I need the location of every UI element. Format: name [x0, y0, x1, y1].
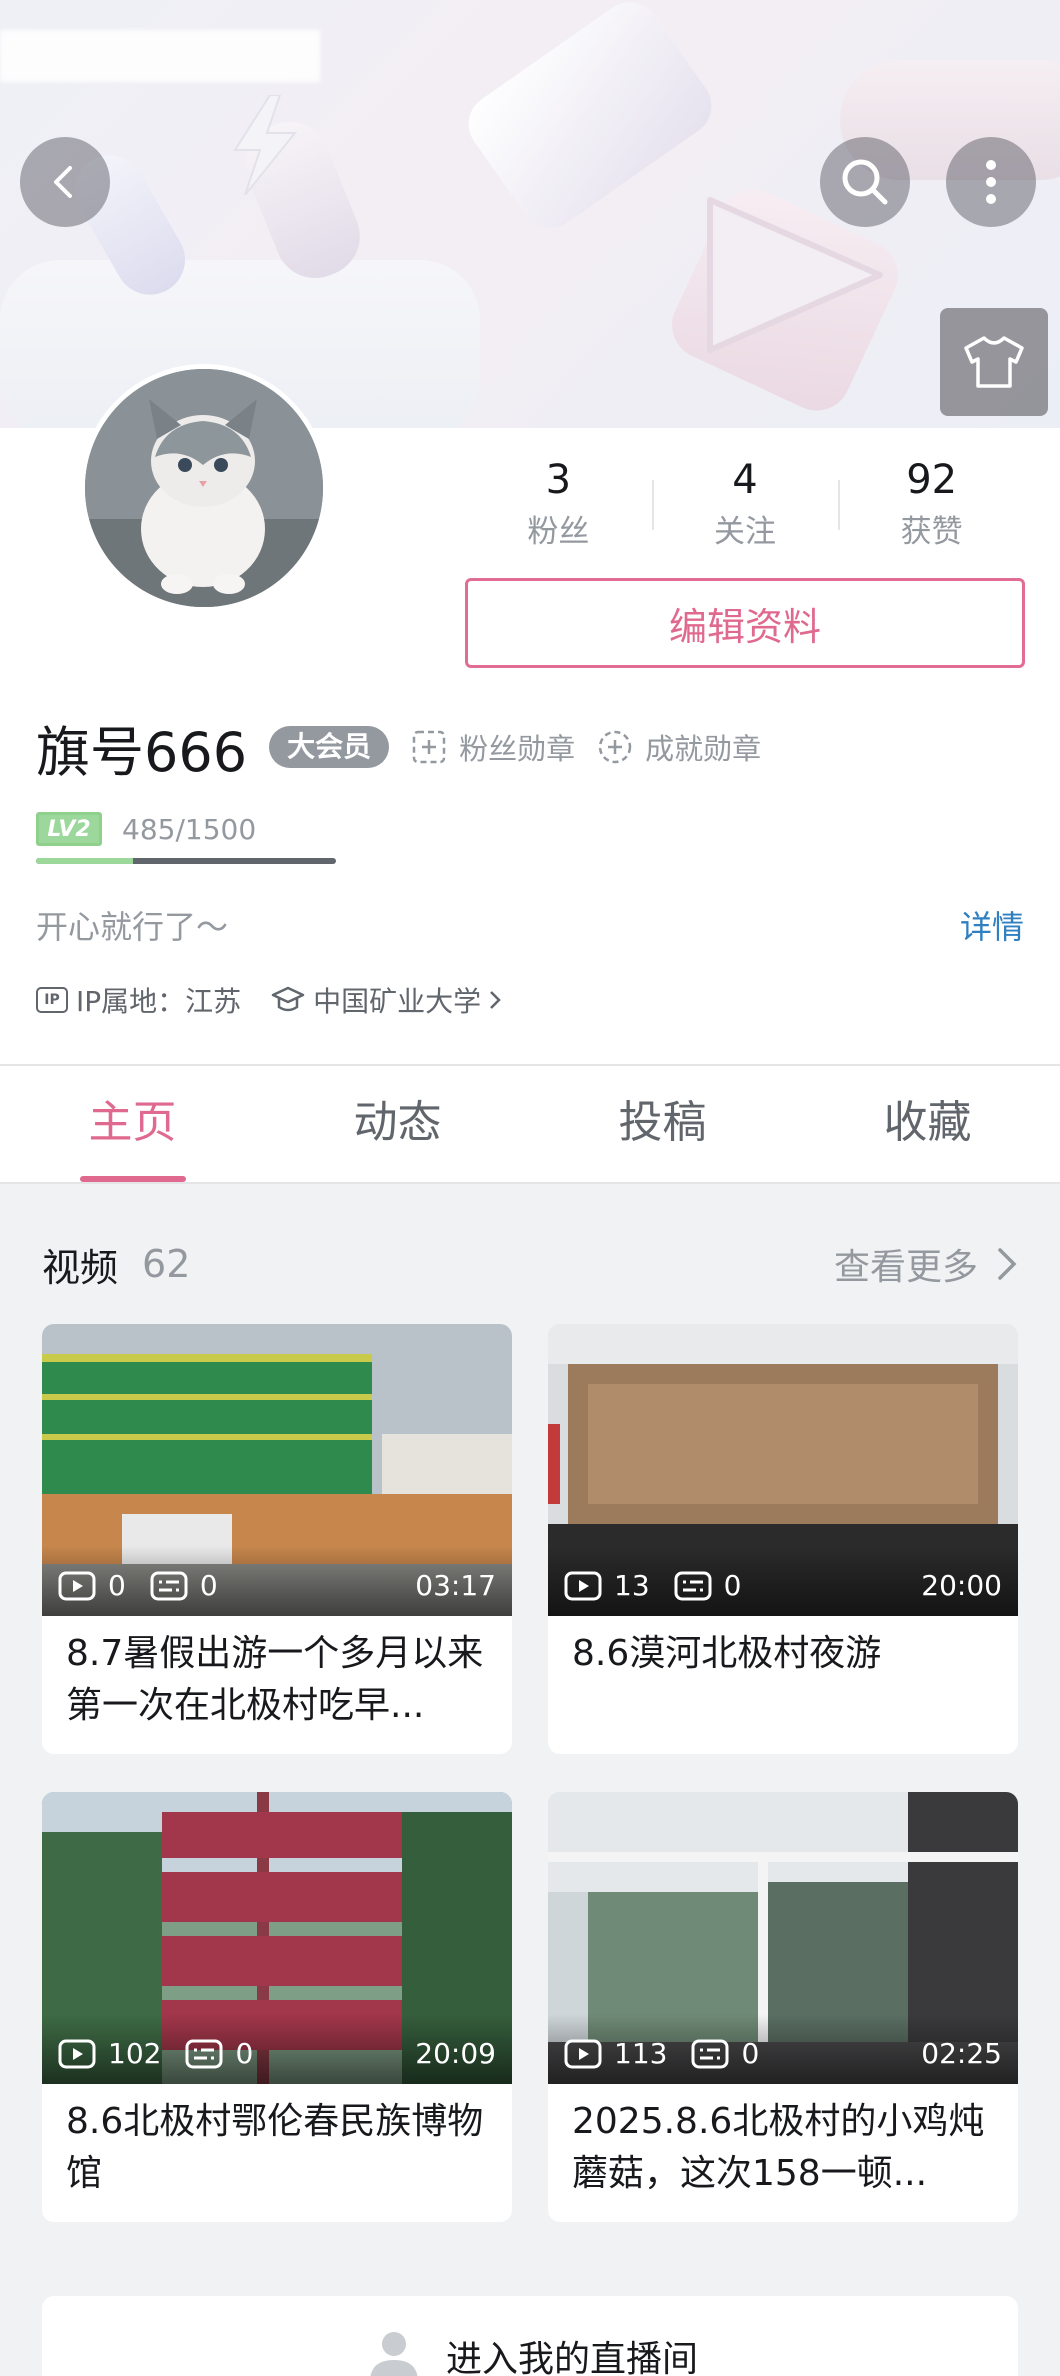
- danmaku-count: 0: [235, 2037, 254, 2070]
- videos-section-header: 视频 62 查看更多: [42, 1234, 1022, 1294]
- detail-link[interactable]: 详情: [960, 902, 1024, 948]
- search-icon: [842, 159, 888, 205]
- tab-home[interactable]: 主页: [0, 1066, 265, 1182]
- stat-following[interactable]: 4 关注: [651, 450, 839, 560]
- name-row: 旗号666 大会员 粉丝勋章 成就勋章: [36, 712, 761, 784]
- stat-likes[interactable]: 92 获赞: [838, 450, 1025, 560]
- video-card[interactable]: 113 0 02:25 2025.8.6北极村的小鸡炖蘑菇，这次158一顿...: [548, 1792, 1018, 2222]
- chevron-right-icon: [998, 1248, 1017, 1280]
- achievement-label: 成就勋章: [645, 732, 762, 766]
- signature-row: 开心就行了～ 详情: [36, 902, 1024, 948]
- tab-uploads[interactable]: 投稿: [530, 1066, 795, 1182]
- video-meta: 13 0 20:00: [564, 1569, 1002, 1602]
- play-count: 113: [614, 2037, 668, 2070]
- video-title: 8.6漠河北极村夜游: [572, 1633, 882, 1674]
- profile-tabs: 主页 动态 投稿 收藏: [0, 1064, 1060, 1184]
- video-duration: 02:25: [921, 2037, 1002, 2070]
- edit-profile-button[interactable]: 编辑资料: [465, 578, 1025, 668]
- danmaku-count: 0: [741, 2037, 760, 2070]
- level-badge: LV2: [36, 812, 102, 846]
- signature: 开心就行了～: [36, 908, 229, 946]
- back-button[interactable]: [20, 137, 110, 227]
- tab-dynamics[interactable]: 动态: [265, 1066, 530, 1182]
- video-thumbnail: 0 0 03:17: [42, 1324, 512, 1616]
- medal-add-icon: [412, 730, 446, 764]
- more-button[interactable]: [946, 137, 1036, 227]
- more-vertical-icon: [986, 160, 996, 204]
- exp-progress-bar: [36, 858, 336, 864]
- kitten-avatar-image: [85, 369, 323, 607]
- danmaku-count: 0: [199, 1569, 218, 1602]
- play-count: 13: [614, 1569, 650, 1602]
- video-title: 8.6北极村鄂伦春民族博物馆: [66, 2101, 484, 2194]
- danmaku-count-icon: [691, 2039, 729, 2068]
- video-thumbnail: 102 0 20:09: [42, 1792, 512, 2084]
- live-room-entry[interactable]: 进入我的直播间: [42, 2296, 1018, 2376]
- fan-medal-button[interactable]: 粉丝勋章: [411, 726, 575, 768]
- achievement-add-icon: [598, 730, 632, 764]
- following-label: 关注: [714, 514, 776, 550]
- dress-up-button[interactable]: [940, 308, 1048, 416]
- video-title: 2025.8.6北极村的小鸡炖蘑菇，这次158一顿...: [572, 2101, 985, 2194]
- video-thumbnail: 113 0 02:25: [548, 1792, 1018, 2084]
- danmaku-count-icon: [185, 2039, 223, 2068]
- profile-banner: [0, 0, 1060, 428]
- video-meta: 113 0 02:25: [564, 2037, 1002, 2070]
- video-thumbnail: 13 0 20:00: [548, 1324, 1018, 1616]
- ip-location: IP属地：江苏: [76, 985, 242, 1018]
- achievement-medal-button[interactable]: 成就勋章: [597, 726, 761, 768]
- video-duration: 03:17: [415, 1569, 496, 1602]
- search-button[interactable]: [820, 137, 910, 227]
- avatar[interactable]: [80, 364, 328, 612]
- fans-label: 粉丝: [527, 514, 590, 550]
- danmaku-count: 0: [723, 1569, 742, 1602]
- chevron-left-icon: [54, 166, 72, 198]
- ip-icon: IP: [36, 987, 68, 1013]
- banner-decoration: [456, 0, 724, 240]
- following-count: 4: [732, 457, 758, 503]
- likes-label: 获赞: [900, 514, 963, 550]
- chevron-right-icon: [490, 991, 501, 1009]
- play-count-icon: [564, 1571, 602, 1600]
- video-meta: 102 0 20:09: [58, 2037, 496, 2070]
- videos-count: 62: [142, 1242, 191, 1286]
- live-room-label: 进入我的直播间: [445, 2339, 698, 2376]
- play-count-icon: [58, 1571, 96, 1600]
- exp-progress-fill: [36, 858, 133, 864]
- play-count-icon: [564, 2039, 602, 2068]
- video-card[interactable]: 102 0 20:09 8.6北极村鄂伦春民族博物馆: [42, 1792, 512, 2222]
- fan-medal-label: 粉丝勋章: [459, 732, 576, 766]
- exp-text: 485/1500: [122, 812, 257, 846]
- danmaku-count-icon: [674, 1571, 712, 1600]
- video-card[interactable]: 13 0 20:00 8.6漠河北极村夜游: [548, 1324, 1018, 1754]
- level-row[interactable]: LV2 485/1500: [36, 812, 256, 846]
- video-title: 8.7暑假出游一个多月以来第一次在北极村吃早...: [66, 1633, 484, 1726]
- stats-bar: 3 粉丝 4 关注 92 获赞: [465, 450, 1025, 560]
- video-card[interactable]: 0 0 03:17 8.7暑假出游一个多月以来第一次在北极村吃早...: [42, 1324, 512, 1754]
- danmaku-count-icon: [150, 1571, 188, 1600]
- live-room-icon: [370, 2332, 418, 2376]
- vip-badge[interactable]: 大会员: [269, 726, 390, 768]
- graduation-cap-icon: [271, 986, 305, 1012]
- video-duration: 20:00: [921, 1569, 1002, 1602]
- play-count-icon: [58, 2039, 96, 2068]
- tab-favorites[interactable]: 收藏: [795, 1066, 1060, 1182]
- ip-school-row: IP IP属地：江苏 中国矿业大学: [36, 980, 503, 1020]
- username: 旗号666: [36, 720, 248, 784]
- lightning-decoration-icon: [233, 95, 298, 195]
- view-more-button[interactable]: 查看更多: [834, 1238, 1022, 1290]
- stat-fans[interactable]: 3 粉丝: [465, 450, 652, 560]
- video-meta: 0 0 03:17: [58, 1569, 496, 1602]
- fans-count: 3: [545, 457, 572, 503]
- status-bar-blur: [0, 30, 320, 82]
- video-duration: 20:09: [415, 2037, 496, 2070]
- likes-count: 92: [906, 457, 958, 503]
- play-count: 0: [108, 1569, 126, 1602]
- play-count: 102: [108, 2037, 162, 2070]
- t-shirt-icon: [964, 336, 1024, 388]
- videos-title: 视频: [42, 1245, 119, 1290]
- school-link[interactable]: 中国矿业大学: [313, 980, 481, 1020]
- view-more-label: 查看更多: [833, 1247, 978, 1288]
